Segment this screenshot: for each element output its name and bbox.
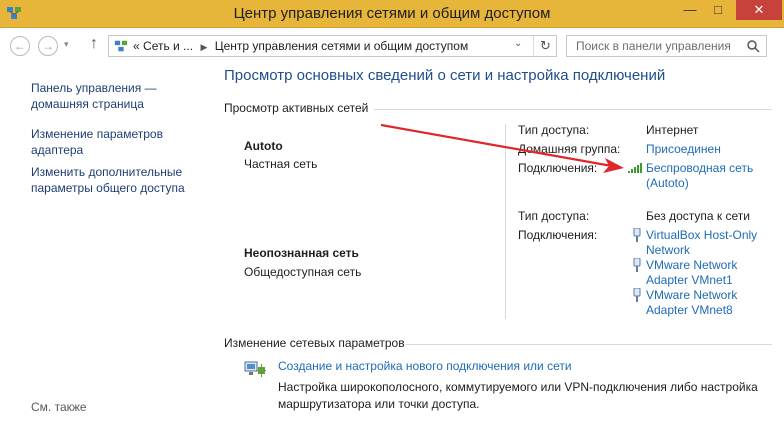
breadcrumb-network[interactable]: Сеть и ... [143, 39, 193, 53]
ethernet-icon [633, 228, 641, 242]
recent-locations-icon[interactable]: ▾ [64, 39, 69, 50]
network-name: Неопознанная сеть [244, 246, 359, 260]
up-button[interactable]: ↑ [90, 35, 98, 53]
navigation-bar: ← → ▾ ↑ « Сеть и ... ▶ Центр управления … [0, 28, 784, 62]
title-bar: Центр управления сетями и общим доступом… [0, 0, 784, 28]
maximize-button[interactable]: □ [704, 0, 732, 20]
minimize-button[interactable]: — [676, 0, 704, 20]
access-type-value: Без доступа к сети [646, 209, 750, 223]
sidebar: Панель управления — домашняя страница Из… [0, 62, 210, 427]
active-networks-title: Просмотр активных сетей [224, 101, 369, 115]
connection-name-line2[interactable]: Network [646, 243, 784, 258]
network-center-icon [114, 40, 128, 52]
access-type-label: Тип доступа: [518, 123, 590, 137]
column-divider [505, 124, 506, 319]
homegroup-link[interactable]: Присоединен [646, 142, 721, 156]
search-box[interactable]: Поиск в панели управления [566, 35, 767, 57]
sidebar-item-sharing-settings[interactable]: Изменить дополнительные параметры общего… [31, 164, 206, 196]
new-connection-icon[interactable] [244, 358, 266, 380]
connection-name-line2[interactable]: Adapter VMnet1 [646, 273, 784, 288]
section-divider [374, 109, 772, 110]
search-input[interactable]: Поиск в панели управления [576, 39, 731, 53]
connection-name-line2[interactable]: Adapter VMnet8 [646, 303, 784, 318]
new-connection-link[interactable]: Создание и настройка нового подключения … [278, 359, 572, 373]
refresh-button[interactable]: ↻ [533, 36, 557, 56]
network-type-link[interactable]: Общедоступная сеть [244, 265, 361, 279]
access-type-label: Тип доступа: [518, 209, 590, 223]
ethernet-icon [633, 258, 641, 272]
access-type-value: Интернет [646, 123, 699, 137]
wifi-signal-icon [628, 163, 642, 173]
homegroup-label: Домашняя группа: [518, 142, 621, 156]
see-also-label: См. также [31, 400, 87, 414]
close-button[interactable]: ✕ [736, 0, 782, 20]
breadcrumb-current[interactable]: Центр управления сетями и общим доступом [215, 39, 469, 53]
forward-button[interactable]: → [38, 36, 58, 56]
connection-name-line1[interactable]: Беспроводная сеть [646, 161, 784, 176]
sidebar-item-home[interactable]: Панель управления — домашняя страница [31, 80, 206, 112]
new-connection-description: Настройка широкополосного, коммутируемог… [278, 380, 758, 411]
connection-name-line2[interactable]: (Autoto) [646, 176, 784, 191]
network-type-link[interactable]: Частная сеть [244, 157, 317, 171]
page-title: Просмотр основных сведений о сети и наст… [224, 67, 666, 84]
breadcrumb-separator-icon[interactable]: ▶ [200, 42, 207, 52]
ethernet-icon [633, 288, 641, 302]
address-bar[interactable]: « Сеть и ... ▶ Центр управления сетями и… [108, 35, 557, 57]
connections-label: Подключения: [518, 161, 598, 175]
change-settings-title: Изменение сетевых параметров [224, 336, 405, 350]
back-button[interactable]: ← [10, 36, 30, 56]
sidebar-item-adapter-settings[interactable]: Изменение параметров адаптера [31, 126, 206, 158]
connection-name-line1[interactable]: VMware Network [646, 288, 784, 303]
network-name: Autoto [244, 139, 283, 153]
breadcrumb-overflow[interactable]: « [133, 39, 140, 53]
connection-name-line1[interactable]: VMware Network [646, 258, 784, 273]
main-content: Просмотр основных сведений о сети и наст… [224, 62, 784, 427]
connection-name-line1[interactable]: VirtualBox Host-Only [646, 228, 784, 243]
search-icon[interactable] [746, 39, 760, 53]
section-divider [406, 344, 772, 345]
window-title: Центр управления сетями и общим доступом [233, 5, 551, 22]
connections-label: Подключения: [518, 228, 598, 242]
address-dropdown-icon[interactable]: ⌄ [514, 38, 522, 49]
